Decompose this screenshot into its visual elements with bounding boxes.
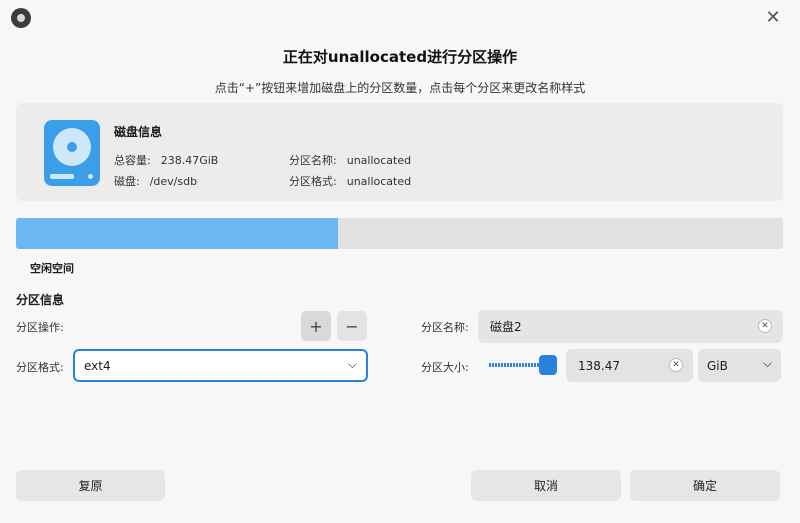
partition-format-select[interactable]: ext4 ⌵ [73, 349, 368, 382]
partition-name-info-value: unallocated [346, 154, 412, 167]
partition-name-input[interactable]: 磁盘2 [478, 310, 783, 343]
dialog-subtitle: 点击“+”按钮来增加磁盘上的分区数量，点击每个分区来更改名称样式 [214, 81, 586, 95]
partition-format-label: 分区格式: [16, 361, 64, 374]
disk-path: 磁盘: /dev/sdb [114, 173, 197, 189]
free-space-label: 空闲空间 [30, 262, 74, 275]
disk-path-value: /dev/sdb [149, 175, 198, 188]
partition-name-info: 分区名称: unallocated [289, 152, 411, 168]
size-unit-select[interactable]: GiB ⌵ [698, 349, 781, 382]
partition-size-slider-thumb[interactable] [539, 355, 557, 375]
confirm-button[interactable]: 确定 [630, 470, 780, 501]
cancel-button[interactable]: 取消 [471, 470, 621, 501]
partition-name-label: 分区名称: [421, 321, 469, 334]
partition-operation-label: 分区操作: [16, 321, 64, 334]
partition-info-heading: 分区信息 [16, 293, 65, 307]
reset-button[interactable]: 复原 [16, 470, 165, 501]
disk-icon [44, 120, 100, 186]
disk-info-panel: 磁盘信息 总容量: 238.47GiB 磁盘: /dev/sdb 分区名称: unal… [16, 103, 783, 201]
chevron-down-icon: ⌵ [762, 356, 772, 370]
partition-name-info-label: 分区名称: [289, 154, 337, 167]
clear-name-icon[interactable]: ✕ [758, 319, 772, 333]
total-capacity-label: 总容量: [114, 154, 151, 167]
total-capacity: 总容量: 238.47GiB [114, 152, 218, 168]
partition-format-info-value: unallocated [346, 175, 412, 188]
partition-format-info: 分区格式: unallocated [289, 173, 411, 189]
partition-bar[interactable] [16, 218, 783, 249]
partition-bar-segment[interactable] [16, 218, 339, 249]
partition-size-label: 分区大小: [421, 361, 469, 374]
app-disk-icon [11, 8, 31, 28]
dialog-title: 正在对unallocated进行分区操作 [282, 48, 518, 66]
minus-icon[interactable]: − [337, 311, 367, 341]
partition-format-value: ext4 [84, 358, 111, 373]
partition-name-value: 磁盘2 [490, 320, 522, 334]
close-icon[interactable]: ✕ [762, 6, 784, 28]
chevron-down-icon: ⌵ [347, 357, 357, 371]
plus-icon[interactable]: + [301, 311, 331, 341]
clear-size-icon[interactable]: ✕ [669, 358, 683, 372]
partition-format-info-label: 分区格式: [289, 175, 337, 188]
partition-size-value: 138.47 [578, 358, 620, 373]
size-unit-value: GiB [707, 358, 728, 373]
disk-path-label: 磁盘: [114, 175, 140, 188]
disk-info-heading: 磁盘信息 [114, 125, 163, 139]
partition-size-slider-track[interactable] [489, 363, 545, 367]
total-capacity-value: 238.47GiB [160, 154, 219, 167]
